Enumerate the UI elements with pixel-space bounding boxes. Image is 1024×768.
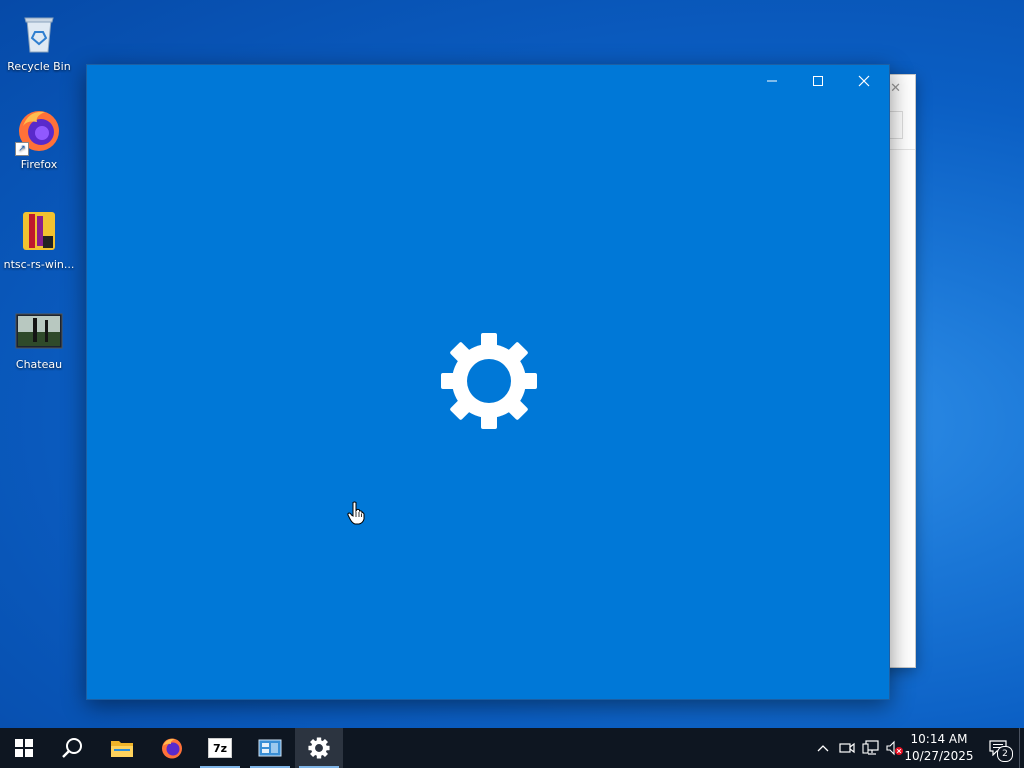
network-icon xyxy=(862,740,879,755)
start-button[interactable] xyxy=(0,728,48,768)
folder-icon xyxy=(111,741,133,757)
windows-start-icon xyxy=(15,739,33,757)
close-icon[interactable]: ✕ xyxy=(890,81,901,96)
taskbar-app-7zip[interactable]: 7z xyxy=(196,728,244,768)
control-panel-icon xyxy=(258,739,282,757)
taskbar-app-settings[interactable] xyxy=(295,728,343,768)
taskbar-app-firefox[interactable] xyxy=(148,728,196,768)
ntsc-rs-icon xyxy=(15,206,63,254)
7zip-icon: 7z xyxy=(208,738,232,758)
chevron-up-icon xyxy=(817,745,829,752)
network-button[interactable] xyxy=(860,728,882,768)
desktop-icon-label: ntsc-rs-win... xyxy=(3,258,75,271)
taskbar: 7z 10:14 AM 10/27/2025 2 xyxy=(0,728,1024,768)
close-icon xyxy=(858,75,870,87)
volume-muted-icon xyxy=(886,740,903,756)
settings-window[interactable] xyxy=(86,64,890,700)
desktop-icon-firefox[interactable]: ↗ Firefox xyxy=(0,106,78,171)
taskbar-app-control-panel[interactable] xyxy=(246,728,294,768)
image-file-icon xyxy=(15,306,63,354)
gear-icon xyxy=(308,737,330,759)
clock-date: 10/27/2025 xyxy=(904,749,974,763)
close-button[interactable] xyxy=(841,65,887,97)
desktop-icon-label: Chateau xyxy=(15,358,63,371)
desktop-icon-chateau[interactable]: Chateau xyxy=(0,306,78,371)
7zip-label: 7z xyxy=(212,741,228,755)
taskbar-app-file-explorer[interactable] xyxy=(98,728,146,768)
desktop-icon-recycle-bin[interactable]: Recycle Bin xyxy=(0,8,78,73)
gear-icon xyxy=(441,333,537,429)
desktop-icon-label: Firefox xyxy=(20,158,58,171)
notifications-button[interactable]: 2 xyxy=(978,728,1018,768)
volume-button[interactable] xyxy=(884,728,906,768)
minimize-icon xyxy=(767,80,777,82)
clock[interactable]: 10:14 AM 10/27/2025 xyxy=(904,728,974,768)
maximize-icon xyxy=(813,76,823,86)
camera-icon xyxy=(839,742,855,754)
recycle-bin-icon xyxy=(15,8,63,56)
minimize-button[interactable] xyxy=(749,65,795,97)
maximize-button[interactable] xyxy=(795,65,841,97)
firefox-icon: ↗ xyxy=(15,106,63,156)
show-desktop-button[interactable] xyxy=(1019,728,1020,768)
meet-now-button[interactable] xyxy=(836,728,858,768)
search-button[interactable] xyxy=(48,728,96,768)
clock-time: 10:14 AM xyxy=(910,732,968,746)
desktop-icon-ntsc-rs[interactable]: ntsc-rs-win... xyxy=(0,206,78,271)
hand-cursor-icon xyxy=(347,501,365,525)
firefox-icon xyxy=(162,738,182,759)
notification-count-badge: 2 xyxy=(997,746,1013,762)
show-hidden-icons-button[interactable] xyxy=(812,728,834,768)
title-bar[interactable] xyxy=(87,65,889,97)
desktop-icon-label: Recycle Bin xyxy=(7,60,71,73)
search-icon xyxy=(62,738,82,758)
